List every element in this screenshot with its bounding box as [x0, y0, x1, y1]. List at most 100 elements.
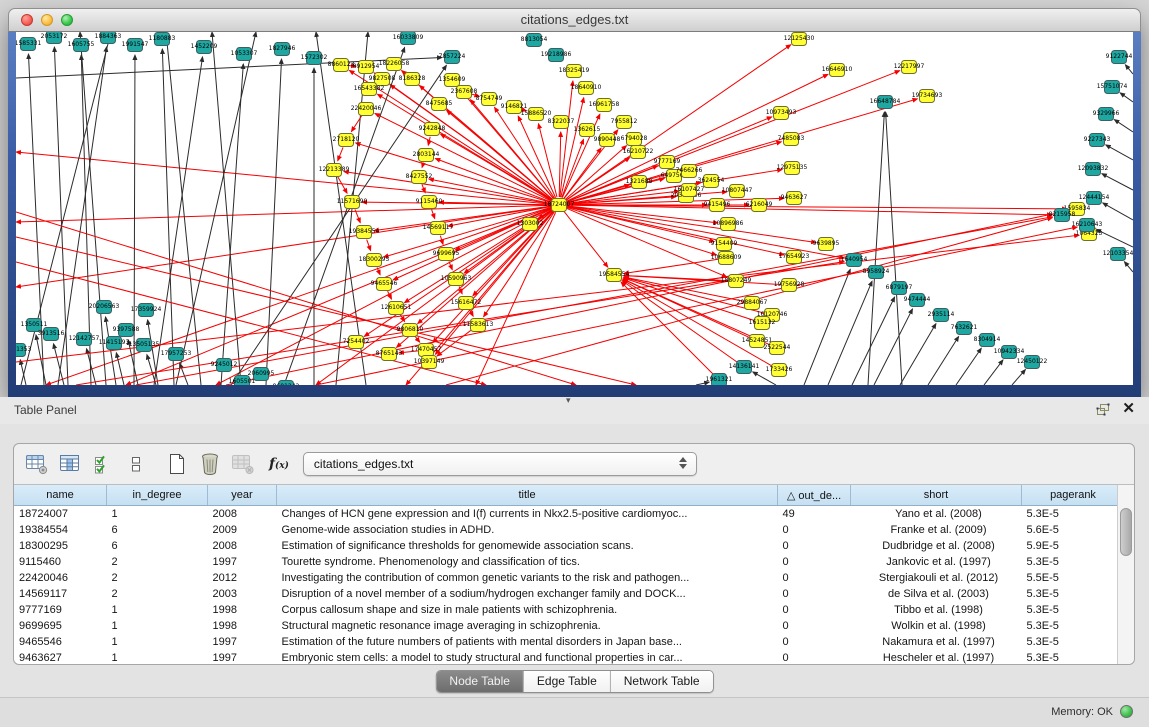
new-table-icon[interactable] [164, 452, 190, 476]
zoom-traffic-light-icon[interactable] [61, 14, 73, 26]
cell-out-de-[interactable]: 0 [778, 618, 851, 634]
graph-node[interactable]: 2053172 [41, 32, 68, 44]
cell-short[interactable]: Nakamura et al. (1997) [851, 634, 1022, 650]
graph-node[interactable]: 16648784 [870, 96, 901, 109]
graph-node[interactable]: 1572302 [301, 52, 328, 65]
graph-node[interactable]: 10942334 [994, 346, 1025, 359]
cell-name[interactable]: 9699695 [14, 618, 107, 634]
graph-node[interactable]: 9397588 [113, 324, 140, 337]
cell-name[interactable]: 18724007 [14, 506, 107, 523]
graph-node[interactable]: 9154409 [711, 238, 738, 251]
cell-pagerank[interactable]: 5.3E-5 [1022, 618, 1125, 634]
table-row[interactable]: 1456911722003Disruption of a novel membe… [14, 586, 1125, 602]
deselect-rows-icon[interactable] [123, 452, 149, 476]
network-graph[interactable]: 1872400715853312053172160575518843631991… [16, 32, 1133, 385]
graph-node[interactable]: 1827946 [269, 43, 296, 56]
graph-node[interactable]: 9122744 [1106, 51, 1133, 64]
graph-node[interactable]: 8322037 [548, 116, 575, 129]
table-row[interactable]: 1830029562008Estimation of significance … [14, 538, 1125, 554]
cell-out-de-[interactable]: 0 [778, 554, 851, 570]
graph-node[interactable]: 15616472 [451, 297, 482, 310]
graph-node[interactable]: 16210722 [623, 146, 654, 159]
graph-node[interactable]: 1585331 [16, 38, 42, 51]
graph-node[interactable]: 1362615 [574, 124, 601, 137]
graph-node[interactable]: 12450122 [1017, 356, 1048, 369]
table-row[interactable]: 1872400712008Changes of HCN gene express… [14, 506, 1125, 523]
close-panel-icon[interactable]: ✕ [1122, 402, 1135, 416]
graph-node[interactable]: 1884363 [95, 32, 122, 44]
cell-pagerank[interactable]: 5.6E-5 [1022, 522, 1125, 538]
column-header-out-de-[interactable]: △ out_de... [778, 485, 851, 506]
cell-short[interactable]: Jankovic et al. (1997) [851, 554, 1022, 570]
graph-node[interactable]: 17654923 [779, 251, 810, 264]
graph-node[interactable]: 12093832 [1078, 163, 1109, 176]
cell-in-degree[interactable]: 1 [107, 618, 208, 634]
cell-year[interactable]: 2009 [208, 522, 277, 538]
cell-pagerank[interactable]: 5.3E-5 [1022, 602, 1125, 618]
cell-title[interactable]: Embryonic stem cells: a model to study s… [277, 650, 778, 664]
cell-year[interactable]: 1998 [208, 602, 277, 618]
graph-node[interactable]: 1180883 [149, 33, 176, 46]
cell-title[interactable]: Structural magnetic resonance image aver… [277, 618, 778, 634]
window-titlebar[interactable]: citations_edges.txt [8, 8, 1141, 32]
graph-node[interactable]: 20206563 [89, 301, 120, 314]
cell-short[interactable]: Hescheler et al. (1997) [851, 650, 1022, 664]
cell-in-degree[interactable]: 6 [107, 522, 208, 538]
cell-out-de-[interactable]: 49 [778, 506, 851, 523]
graph-node[interactable]: 1615132 [749, 317, 776, 330]
cell-title[interactable]: Tourette syndrome. Phenomenology and cla… [277, 554, 778, 570]
cell-short[interactable]: Tibbo et al. (1998) [851, 602, 1022, 618]
cell-name[interactable]: 9463627 [14, 650, 107, 664]
graph-node[interactable]: 9474444 [904, 294, 931, 307]
panel-resize-handle[interactable]: ▾ [566, 395, 571, 406]
cell-pagerank[interactable]: 5.9E-5 [1022, 538, 1125, 554]
graph-node[interactable]: 10688609 [711, 252, 742, 265]
graph-node[interactable]: 9227343 [1084, 134, 1111, 147]
graph-node[interactable]: 9415496 [704, 199, 731, 212]
table-scrollbar[interactable] [1117, 485, 1134, 664]
cell-name[interactable]: 9777169 [14, 602, 107, 618]
cell-name[interactable]: 9115460 [14, 554, 107, 570]
graph-node[interactable]: 7485083 [778, 133, 805, 146]
graph-node[interactable]: 15751074 [1097, 81, 1128, 94]
table-row[interactable]: 977716911998Corpus callosum shape and si… [14, 602, 1125, 618]
cell-out-de-[interactable]: 0 [778, 602, 851, 618]
graph-node[interactable]: 22420046 [351, 103, 382, 116]
cell-name[interactable]: 18300295 [14, 538, 107, 554]
column-header-year[interactable]: year [208, 485, 277, 506]
cell-in-degree[interactable]: 2 [107, 554, 208, 570]
graph-node[interactable]: 19734693 [912, 90, 943, 103]
graph-node[interactable]: 8912954 [353, 61, 380, 74]
graph-node[interactable]: 2935114 [928, 309, 955, 322]
tab-node-table[interactable]: Node Table [436, 671, 524, 692]
graph-node[interactable]: 16646910 [822, 64, 853, 77]
table-row[interactable]: 946362711997Embryonic stem cells: a mode… [14, 650, 1125, 664]
close-traffic-light-icon[interactable] [21, 14, 33, 26]
graph-node[interactable]: 7632621 [951, 322, 978, 335]
graph-node[interactable]: 9115460 [416, 196, 443, 209]
cell-name[interactable]: 14569117 [14, 586, 107, 602]
cell-pagerank[interactable]: 5.3E-5 [1022, 634, 1125, 650]
cell-pagerank[interactable]: 5.3E-5 [1022, 506, 1125, 523]
tab-edge-table[interactable]: Edge Table [524, 671, 611, 692]
graph-node[interactable]: 18325419 [559, 65, 590, 78]
graph-node[interactable]: 18807249 [721, 275, 752, 288]
column-header-title[interactable]: title [277, 485, 778, 506]
graph-node[interactable]: 18640910 [571, 82, 602, 95]
graph-node[interactable]: 19218986 [541, 49, 572, 62]
graph-node[interactable]: 10807447 [722, 185, 753, 198]
graph-node[interactable]: 18300295 [359, 254, 390, 267]
graph-node[interactable]: 14569117 [423, 222, 454, 235]
cell-title[interactable]: Genome-wide association studies in ADHD. [277, 522, 778, 538]
column-header-in-degree[interactable]: in_degree [107, 485, 208, 506]
graph-node[interactable]: 9329966 [1093, 108, 1120, 121]
cell-year[interactable]: 1997 [208, 650, 277, 664]
graph-node[interactable]: 10397149 [414, 356, 445, 369]
cell-year[interactable]: 2008 [208, 538, 277, 554]
cell-title[interactable]: Estimation of the future numbers of pati… [277, 634, 778, 650]
select-column-icon[interactable] [57, 452, 83, 476]
graph-node[interactable]: 11583613 [463, 319, 494, 332]
graph-node[interactable]: 8813054 [521, 34, 548, 47]
cell-in-degree[interactable]: 1 [107, 650, 208, 664]
table-row[interactable]: 1938455462009Genome-wide association stu… [14, 522, 1125, 538]
